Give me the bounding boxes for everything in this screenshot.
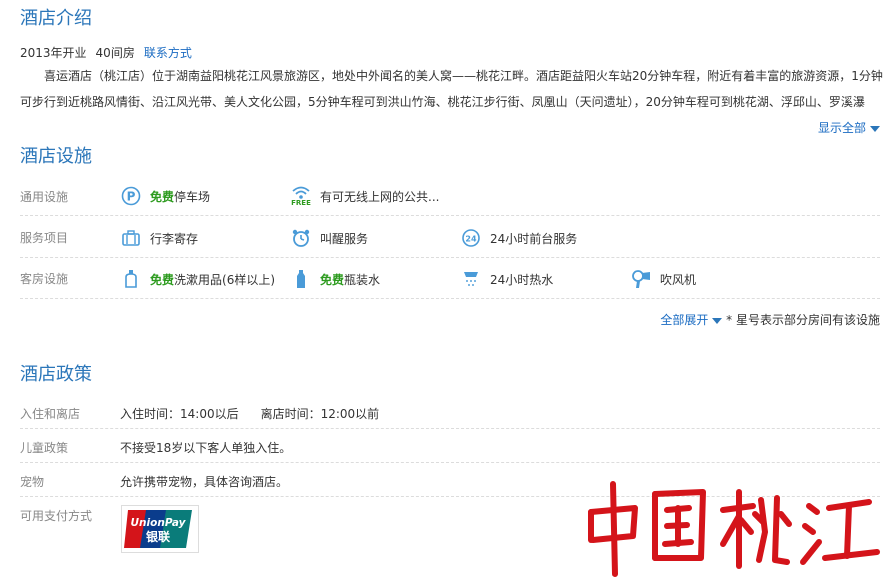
water-text: 瓶装水: [344, 272, 381, 287]
pets-label: 宠物: [20, 475, 45, 489]
water-free-tag: 免费: [320, 272, 345, 287]
facility-wifi: FREE 有可无线上网的公共...: [290, 185, 439, 207]
hotel-intro-title: 酒店介绍: [20, 8, 92, 29]
star-note: * 星号表示部分房间有该设施: [726, 313, 880, 327]
room-hotwater: 24小时热水: [460, 268, 553, 290]
hairdryer-icon: [630, 268, 652, 290]
divider: [20, 215, 880, 216]
svg-text:P: P: [127, 190, 136, 204]
room-facilities-label: 客房设施: [20, 272, 69, 286]
frontdesk-badge: 24: [465, 235, 477, 244]
divider: [20, 462, 880, 463]
intro-text-line-2: 可步行到近桃路风情街、沿江风光带、美人文化公园，5分钟车程可到洪山竹海、桃花江步…: [20, 95, 865, 109]
wifi-text: 有可无线上网的公共...: [320, 189, 440, 204]
divider: [20, 428, 880, 429]
zhongguo-taojiang-watermark: [583, 470, 883, 577]
shower-icon: [460, 268, 482, 290]
service-frontdesk: 24 24小时前台服务: [460, 227, 577, 249]
chevron-down-icon: [870, 125, 880, 132]
hotel-meta: 2013年开业 40间房 联系方式: [20, 44, 192, 61]
alarm-clock-icon: [290, 227, 312, 249]
toiletries-free-tag: 免费: [150, 272, 175, 287]
children-policy: 不接受18岁以下客人单独入住。: [120, 441, 292, 455]
checkin-label: 入住和离店: [20, 407, 81, 421]
parking-free-tag: 免费: [150, 189, 175, 204]
checkin-time: 入住时间：14:00以后: [120, 407, 239, 421]
expand-all-link[interactable]: 全部展开: [660, 313, 708, 327]
room-hairdryer: 吹风机: [630, 268, 696, 290]
parking-text: 停车场: [174, 189, 211, 204]
unionpay-cn: 银联: [146, 529, 170, 544]
payment-label: 可用支付方式: [20, 509, 93, 523]
24h-frontdesk-icon: 24: [460, 227, 482, 249]
frontdesk-text: 24小时前台服务: [490, 231, 578, 246]
facilities-footer: 全部展开 * 星号表示部分房间有该设施: [660, 311, 880, 328]
intro-text-line-1: 喜运酒店（桃江店）位于湖南益阳桃花江风景旅游区，地处中外闻名的美人窝——桃花江畔…: [20, 69, 883, 83]
toiletries-icon: [120, 268, 142, 290]
children-policy-label: 儿童政策: [20, 441, 69, 455]
facility-parking: P 免费 停车场: [120, 185, 210, 207]
room-toiletries: 免费 洗漱用品(6样以上): [120, 268, 275, 290]
hotel-policy-title: 酒店政策: [20, 364, 92, 385]
general-facilities-label: 通用设施: [20, 190, 69, 204]
luggage-icon: [120, 227, 142, 249]
service-wakeup: 叫醒服务: [290, 227, 368, 249]
divider: [20, 298, 880, 299]
opened-year: 2013年开业: [20, 46, 87, 60]
room-count: 40间房: [95, 46, 135, 60]
wifi-free-badge: FREE: [291, 198, 311, 207]
hairdryer-text: 吹风机: [660, 272, 697, 287]
room-water: 免费 瓶装水: [290, 268, 380, 290]
service-luggage: 行李寄存: [120, 227, 198, 249]
unionpay-logo: UnionPay 银联: [121, 505, 199, 553]
checkout-time: 离店时间：12:00以前: [260, 407, 380, 421]
luggage-text: 行李寄存: [150, 231, 199, 246]
show-all-link[interactable]: 显示全部: [818, 119, 880, 136]
hotwater-text: 24小时热水: [490, 272, 554, 287]
wakeup-text: 叫醒服务: [320, 231, 369, 246]
divider: [20, 257, 880, 258]
contact-link[interactable]: 联系方式: [144, 46, 192, 60]
wifi-icon: FREE: [290, 185, 312, 207]
water-bottle-icon: [290, 268, 312, 290]
checkin-info: 入住时间：14:00以后 离店时间：12:00以前: [120, 405, 379, 422]
unionpay-en: UnionPay: [131, 517, 187, 529]
toiletries-text: 洗漱用品(6样以上): [174, 272, 276, 287]
hotel-facilities-title: 酒店设施: [20, 146, 92, 167]
pets-policy: 允许携带宠物，具体咨询酒店。: [120, 475, 289, 489]
chevron-down-icon[interactable]: [712, 317, 723, 324]
parking-icon: P: [120, 185, 142, 207]
service-label: 服务项目: [20, 231, 69, 245]
show-all-label: 显示全部: [817, 121, 866, 135]
